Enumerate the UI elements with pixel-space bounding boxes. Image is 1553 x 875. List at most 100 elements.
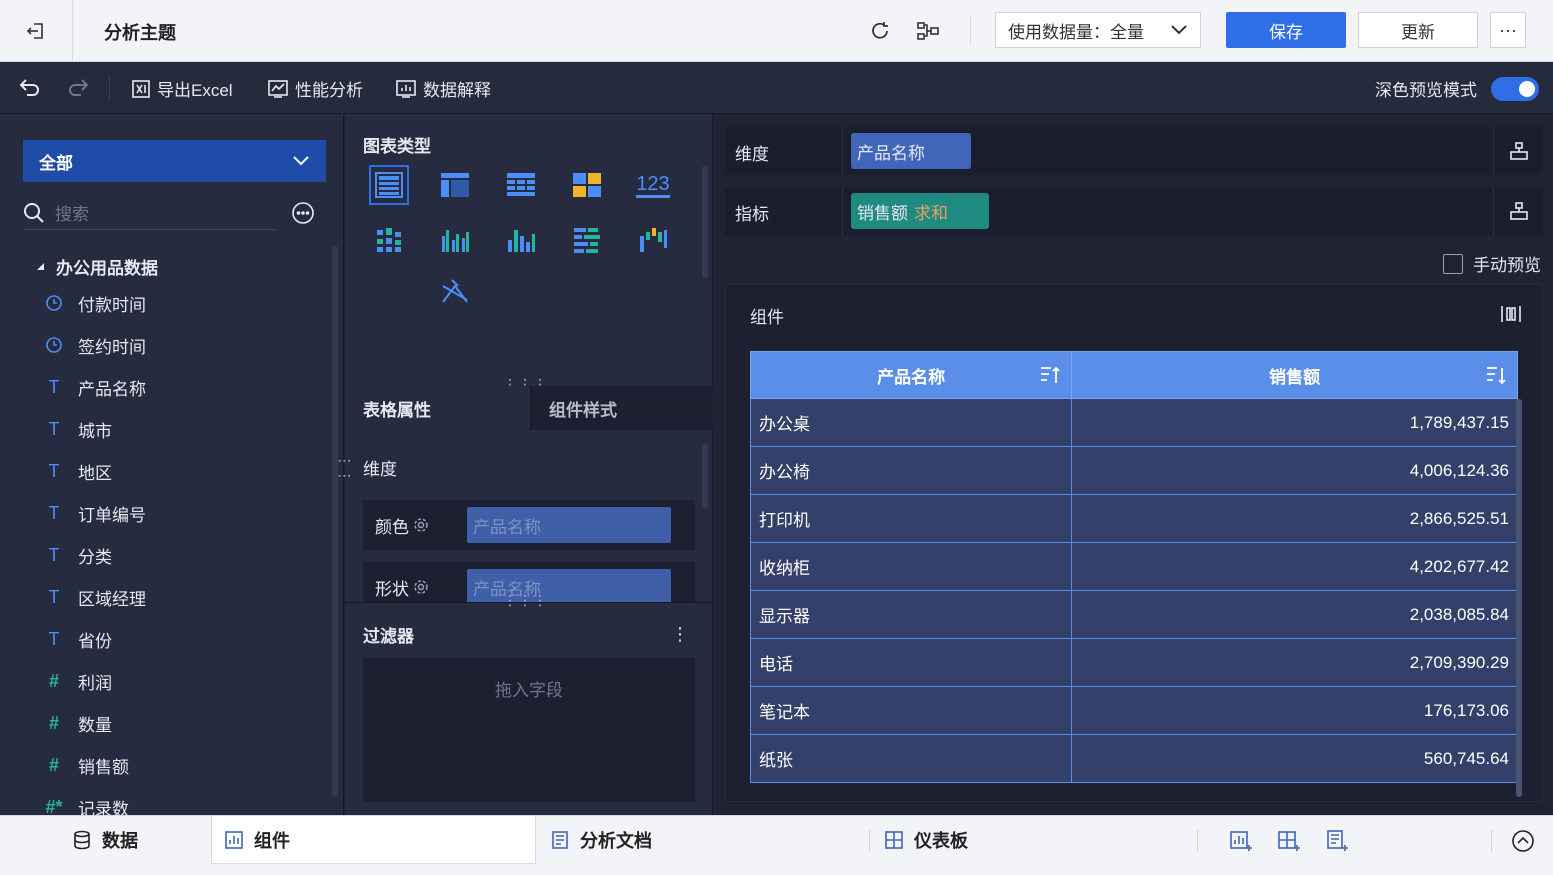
chart-type-custom[interactable] bbox=[435, 272, 475, 312]
adaptive-width-button[interactable] bbox=[1500, 303, 1522, 330]
text-type-icon: T bbox=[48, 460, 60, 481]
table-row[interactable]: 显示器 2,038,085.84 bbox=[750, 591, 1518, 639]
measure-slot[interactable]: 指标 销售额 求和 bbox=[725, 187, 1543, 235]
shape-field-pill[interactable]: 产品名称 bbox=[467, 569, 671, 602]
color-property[interactable]: 颜色 产品名称 bbox=[363, 500, 695, 550]
column-header-product[interactable]: 产品名称 bbox=[751, 352, 1073, 398]
chart-type-waterfall[interactable] bbox=[633, 220, 673, 260]
dimension-slot-action[interactable] bbox=[1493, 127, 1543, 175]
field-item-label: 城市 bbox=[78, 421, 112, 441]
chart-type-dot-matrix[interactable] bbox=[369, 220, 409, 260]
table-scrollbar[interactable] bbox=[1516, 399, 1522, 797]
database-icon bbox=[74, 830, 90, 850]
measure-field-pill[interactable]: 销售额 求和 bbox=[851, 193, 989, 229]
sort-icon[interactable] bbox=[1039, 364, 1061, 386]
collapse-bar-button[interactable] bbox=[1510, 828, 1536, 854]
chart-type-number[interactable]: 123 bbox=[633, 165, 673, 205]
table-row[interactable]: 收纳柜 4,202,677.42 bbox=[750, 543, 1518, 591]
dataset-group[interactable]: 办公用品数据 bbox=[36, 254, 158, 279]
performance-analysis-button[interactable]: 性能分析 bbox=[267, 76, 363, 101]
field-item[interactable]: T 省份 bbox=[44, 624, 113, 654]
add-dashboard-button[interactable] bbox=[1276, 828, 1302, 854]
refresh-button[interactable] bbox=[866, 17, 894, 45]
data-usage-select[interactable]: 使用数据量：全量 bbox=[995, 12, 1201, 48]
tab-component[interactable]: 组件 bbox=[211, 816, 536, 864]
field-item[interactable]: T 分类 bbox=[44, 540, 113, 570]
field-item[interactable]: 付款时间 bbox=[44, 288, 146, 318]
manual-preview-checkbox[interactable] bbox=[1443, 253, 1463, 274]
text-type-icon: T bbox=[48, 586, 60, 607]
field-item[interactable]: # 数量 bbox=[44, 708, 112, 738]
field-item[interactable]: T 地区 bbox=[44, 456, 113, 486]
chart-type-grouped-bar[interactable] bbox=[435, 220, 475, 260]
filter-more-icon[interactable]: ⋮ bbox=[671, 624, 689, 645]
tab-analysis-doc[interactable]: 分析文档 bbox=[550, 816, 652, 864]
table-row[interactable]: 电话 2,709,390.29 bbox=[750, 639, 1518, 687]
field-item[interactable]: T 区域经理 bbox=[44, 582, 147, 612]
cell-sales-amount: 4,202,677.42 bbox=[1072, 543, 1518, 590]
color-field-pill[interactable]: 产品名称 bbox=[467, 507, 671, 543]
undo-button[interactable] bbox=[18, 76, 42, 98]
text-type-icon: T bbox=[48, 502, 60, 523]
search-input[interactable]: 搜索 bbox=[55, 200, 89, 225]
manual-preview-control[interactable]: 手动预览 bbox=[1443, 251, 1541, 276]
add-component-button[interactable] bbox=[1228, 828, 1254, 854]
save-button[interactable]: 保存 bbox=[1226, 12, 1346, 48]
exit-icon bbox=[26, 23, 43, 39]
search-box[interactable]: 搜索 bbox=[23, 196, 276, 230]
tab-dashboard[interactable]: 仪表板 bbox=[884, 816, 968, 864]
cell-sales-amount: 2,038,085.84 bbox=[1072, 591, 1518, 638]
scope-select[interactable]: 全部 bbox=[23, 140, 326, 182]
tab-table-properties[interactable]: 表格属性 bbox=[345, 386, 530, 430]
chart-type-bar[interactable] bbox=[501, 220, 541, 260]
table-row[interactable]: 打印机 2,866,525.51 bbox=[750, 495, 1518, 543]
chart-type-detail-table[interactable] bbox=[369, 165, 409, 205]
tab-data[interactable]: 数据 bbox=[72, 816, 138, 864]
field-item[interactable]: # 销售额 bbox=[44, 750, 129, 780]
search-more-button[interactable] bbox=[291, 201, 315, 230]
dark-mode-toggle[interactable] bbox=[1491, 76, 1539, 101]
chevron-up-circle-icon bbox=[1512, 830, 1534, 852]
field-item-label: 付款时间 bbox=[78, 295, 146, 315]
chart-type-cross-table[interactable] bbox=[501, 165, 541, 205]
column-header-sales[interactable]: 销售额 bbox=[1072, 352, 1517, 398]
redo-icon bbox=[69, 79, 89, 96]
field-item[interactable]: #* 记录数 bbox=[44, 792, 129, 816]
update-button[interactable]: 更新 bbox=[1358, 12, 1478, 48]
field-item[interactable]: T 订单编号 bbox=[44, 498, 147, 528]
field-item[interactable]: T 产品名称 bbox=[44, 372, 147, 402]
export-excel-button[interactable]: 导出Excel bbox=[131, 76, 233, 101]
drag-handle[interactable]: ⋮⋮ bbox=[337, 454, 353, 484]
property-scrollbar[interactable] bbox=[702, 444, 708, 508]
resize-handle-bottom[interactable]: ⋮⋮⋮ bbox=[503, 592, 548, 609]
exit-button[interactable] bbox=[0, 0, 73, 62]
tab-component-style[interactable]: 组件样式 bbox=[530, 386, 713, 430]
more-button[interactable]: ··· bbox=[1490, 12, 1526, 48]
hierarchy-icon bbox=[1509, 202, 1528, 220]
redo-button[interactable] bbox=[66, 76, 90, 98]
gear-icon[interactable] bbox=[413, 579, 429, 595]
field-item[interactable]: # 利润 bbox=[44, 666, 112, 696]
data-explain-button[interactable]: 数据解释 bbox=[395, 76, 491, 101]
lineage-button[interactable] bbox=[914, 17, 942, 45]
field-item[interactable]: T 城市 bbox=[44, 414, 113, 444]
chart-type-kpi-card[interactable] bbox=[567, 165, 607, 205]
field-item[interactable]: 签约时间 bbox=[44, 330, 146, 360]
chart-type-horizontal-bar[interactable] bbox=[567, 220, 607, 260]
field-panel: 全部 搜索 办公用品数据 付款时间 签约时间 T 产品名称 T 城市 T 地区 T 订单编号 T 分类… bbox=[0, 114, 344, 815]
dimension-slot[interactable]: 维度 产品名称 bbox=[725, 127, 1543, 175]
chart-type-scrollbar[interactable] bbox=[702, 166, 708, 278]
chart-type-group-table[interactable] bbox=[435, 165, 475, 205]
cell-product-name: 纸张 bbox=[750, 735, 1072, 782]
measure-slot-action[interactable] bbox=[1493, 187, 1543, 235]
filter-dropzone[interactable]: 拖入字段 bbox=[363, 658, 695, 802]
table-row[interactable]: 办公桌 1,789,437.15 bbox=[750, 399, 1518, 447]
field-list-scrollbar[interactable] bbox=[332, 246, 338, 796]
table-row[interactable]: 办公椅 4,006,124.36 bbox=[750, 447, 1518, 495]
table-row[interactable]: 纸张 560,745.64 bbox=[750, 735, 1518, 783]
sort-icon[interactable] bbox=[1485, 364, 1507, 386]
add-document-button[interactable] bbox=[1324, 828, 1350, 854]
dimension-field-pill[interactable]: 产品名称 bbox=[851, 133, 971, 169]
table-row[interactable]: 笔记本 176,173.06 bbox=[750, 687, 1518, 735]
gear-icon[interactable] bbox=[413, 517, 429, 533]
